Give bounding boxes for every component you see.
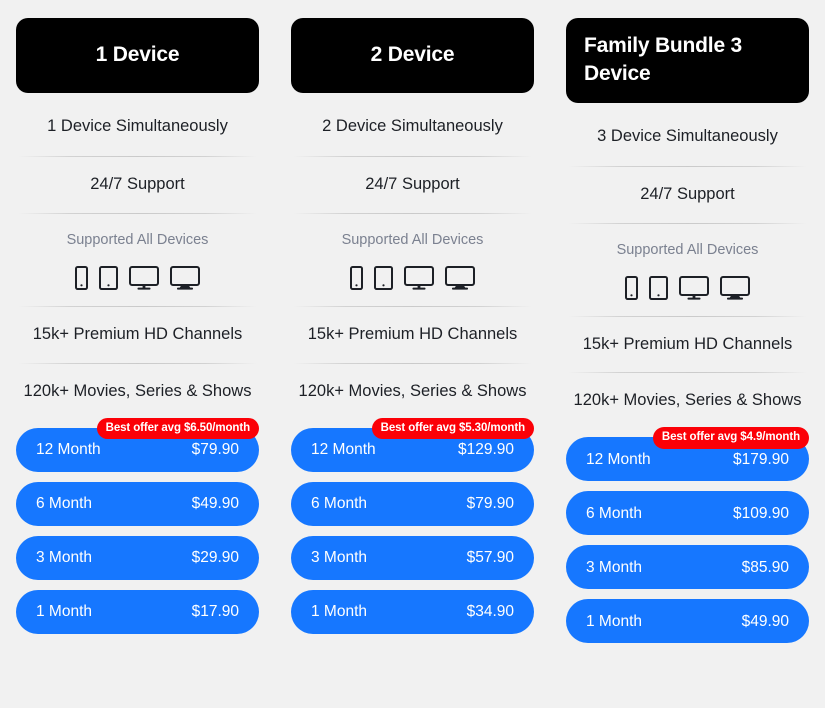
price-list: Best offer avg $5.30/month 12 Month $129…	[291, 417, 534, 644]
plan-title: Family Bundle 3 Device	[584, 34, 743, 86]
price-amount: $179.90	[732, 450, 789, 468]
price-option-wrapper: 1 Month $49.90	[566, 599, 809, 644]
price-term: 3 Month	[36, 548, 93, 566]
price-list: Best offer avg $6.50/month 12 Month $79.…	[16, 417, 259, 644]
monitor-icon	[679, 275, 709, 300]
monitor-icon	[404, 265, 434, 290]
price-amount: $57.90	[466, 548, 514, 566]
price-amount: $49.90	[191, 494, 239, 512]
monitor-icon	[129, 265, 159, 290]
feature-hd-channels: 15k+ Premium HD Channels	[16, 305, 259, 363]
best-offer-badge: Best offer avg $4.9/month	[652, 427, 809, 449]
price-option-6-month[interactable]: 6 Month $109.90	[566, 491, 809, 536]
price-term: 3 Month	[586, 558, 643, 576]
price-option-3-month[interactable]: 3 Month $57.90	[291, 535, 534, 580]
price-option-wrapper: 3 Month $57.90	[291, 535, 534, 580]
device-icons-group	[566, 270, 809, 300]
feature-simultaneous-devices: 3 Device Simultaneously	[597, 126, 778, 145]
tv-icon	[170, 265, 200, 290]
price-amount: $85.90	[741, 558, 789, 576]
price-term: 6 Month	[586, 504, 643, 522]
price-option-wrapper: Best offer avg $5.30/month 12 Month $129…	[291, 417, 534, 472]
price-option-wrapper: 1 Month $34.90	[291, 589, 534, 634]
price-term: 12 Month	[586, 450, 651, 468]
price-amount: $49.90	[741, 612, 789, 630]
supported-devices-label: Supported All Devices	[341, 231, 484, 248]
plan-header-1-device: 1 Device	[16, 18, 259, 93]
price-option-wrapper: 6 Month $109.90	[566, 491, 809, 536]
feature-support: 24/7 Support	[16, 155, 259, 213]
price-term: 1 Month	[36, 602, 93, 620]
phone-icon	[350, 265, 363, 290]
device-icons-group	[16, 260, 259, 290]
price-option-1-month[interactable]: 1 Month $34.90	[291, 589, 534, 634]
price-term: 1 Month	[311, 602, 368, 620]
feature-supported-devices: Supported All Devices	[291, 212, 534, 306]
feature-simultaneous-devices: 1 Device Simultaneously	[47, 117, 228, 135]
price-option-wrapper: 1 Month $17.90	[16, 589, 259, 634]
price-amount: $29.90	[191, 548, 239, 566]
price-option-wrapper: Best offer avg $4.9/month 12 Month $179.…	[566, 427, 809, 482]
plan-header-2-device: 2 Device	[291, 18, 534, 93]
price-option-1-month[interactable]: 1 Month $17.90	[16, 589, 259, 634]
price-list: Best offer avg $4.9/month 12 Month $179.…	[566, 427, 809, 653]
price-option-3-month[interactable]: 3 Month $29.90	[16, 535, 259, 580]
price-term: 1 Month	[586, 612, 643, 630]
price-amount: $109.90	[732, 504, 789, 522]
plan-column-1-device: 1 Device 1 Device Simultaneously 24/7 Su…	[0, 18, 275, 653]
tablet-icon	[99, 265, 118, 290]
tablet-icon	[374, 265, 393, 290]
plan-title: 2 Device	[370, 43, 455, 67]
feature-simultaneous-devices: 2 Device Simultaneously	[322, 117, 503, 135]
feature-hd-channels: 15k+ Premium HD Channels	[566, 315, 809, 373]
feature-movies-series: 120k+ Movies, Series & Shows	[16, 362, 259, 420]
price-option-3-month[interactable]: 3 Month $85.90	[566, 545, 809, 590]
price-option-wrapper: 6 Month $49.90	[16, 481, 259, 526]
tv-icon	[720, 275, 750, 300]
price-term: 6 Month	[36, 494, 93, 512]
price-term: 12 Month	[311, 440, 376, 458]
phone-icon	[625, 275, 638, 300]
price-option-wrapper: 6 Month $79.90	[291, 481, 534, 526]
price-amount: $79.90	[466, 494, 514, 512]
price-option-wrapper: Best offer avg $6.50/month 12 Month $79.…	[16, 417, 259, 472]
feature-support: 24/7 Support	[291, 155, 534, 213]
price-term: 6 Month	[311, 494, 368, 512]
phone-icon	[75, 265, 88, 290]
price-option-6-month[interactable]: 6 Month $79.90	[291, 481, 534, 526]
tablet-icon	[649, 275, 668, 300]
price-amount: $79.90	[191, 440, 239, 458]
price-option-6-month[interactable]: 6 Month $49.90	[16, 481, 259, 526]
plan-column-2-device: 2 Device 2 Device Simultaneously 24/7 Su…	[275, 18, 550, 653]
plan-title: 1 Device	[95, 43, 180, 67]
device-icons-group	[291, 260, 534, 290]
tv-icon	[445, 265, 475, 290]
pricing-plans-grid: 1 Device 1 Device Simultaneously 24/7 Su…	[0, 0, 825, 653]
plan-column-family-bundle-3-device: Family Bundle 3 Device 3 Device Simultan…	[550, 18, 825, 653]
feature-supported-devices: Supported All Devices	[16, 212, 259, 306]
price-amount: $17.90	[191, 602, 239, 620]
best-offer-badge: Best offer avg $6.50/month	[96, 417, 259, 440]
supported-devices-label: Supported All Devices	[616, 241, 759, 258]
feature-supported-devices: Supported All Devices	[566, 222, 809, 316]
feature-movies-series: 120k+ Movies, Series & Shows	[566, 372, 809, 429]
supported-devices-label: Supported All Devices	[66, 231, 209, 248]
feature-support: 24/7 Support	[566, 165, 809, 223]
best-offer-badge: Best offer avg $5.30/month	[371, 417, 534, 440]
price-amount: $34.90	[466, 602, 514, 620]
price-option-1-month[interactable]: 1 Month $49.90	[566, 599, 809, 644]
price-term: 12 Month	[36, 440, 101, 458]
price-amount: $129.90	[457, 440, 514, 458]
price-term: 3 Month	[311, 548, 368, 566]
price-option-wrapper: 3 Month $29.90	[16, 535, 259, 580]
feature-hd-channels: 15k+ Premium HD Channels	[291, 305, 534, 363]
plan-header-family-bundle: Family Bundle 3 Device	[566, 18, 809, 103]
feature-movies-series: 120k+ Movies, Series & Shows	[291, 362, 534, 420]
price-option-wrapper: 3 Month $85.90	[566, 545, 809, 590]
